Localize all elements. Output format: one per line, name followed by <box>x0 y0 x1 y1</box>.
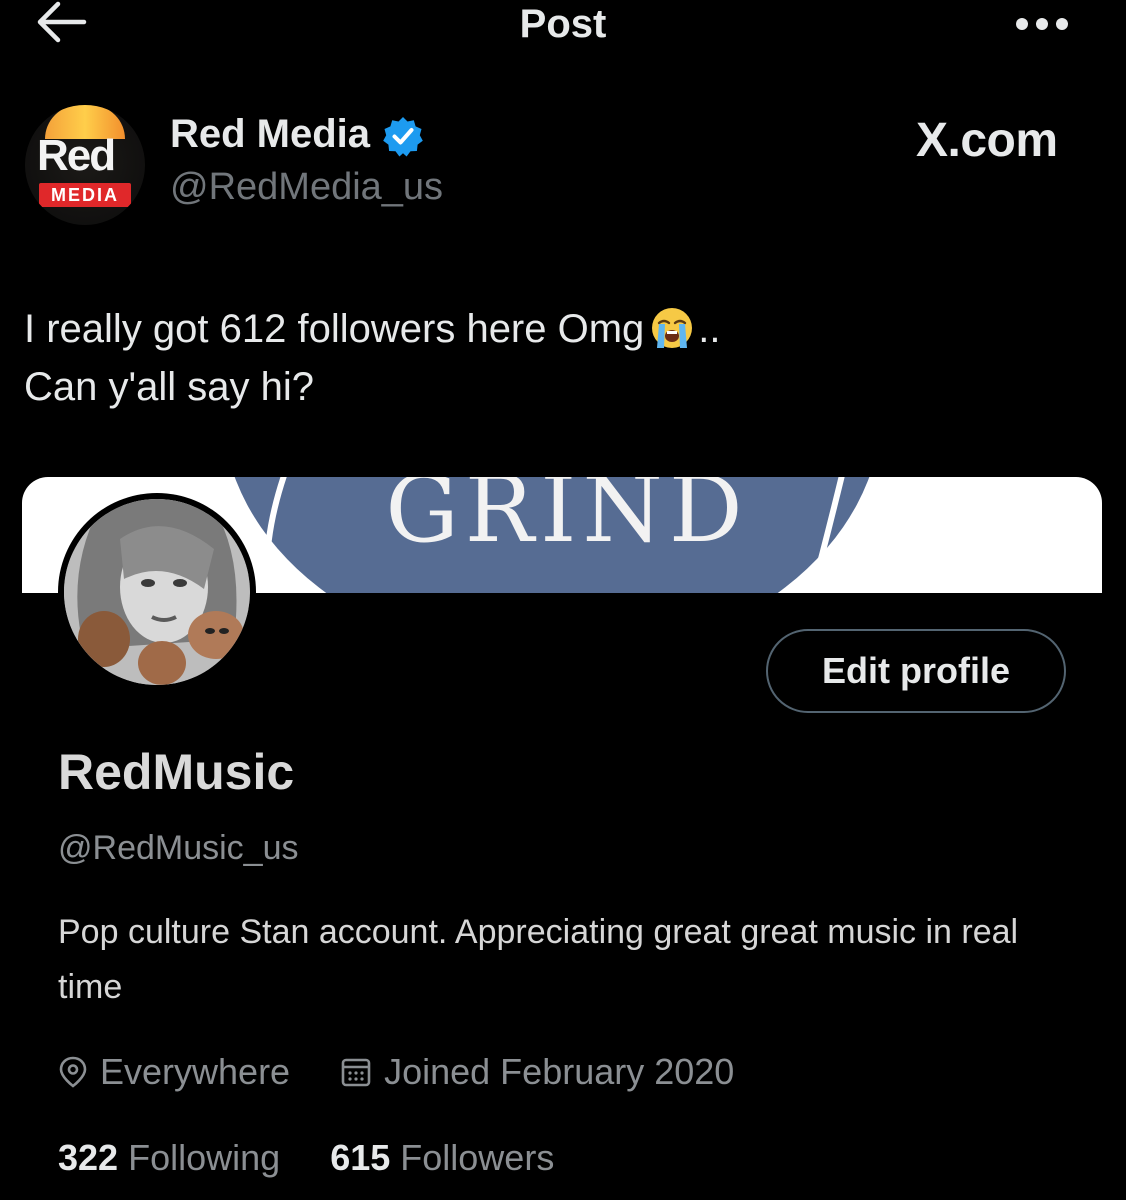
watermark: X.com <box>916 114 1058 167</box>
profile-meta: Everywhere Joined February 2020 <box>58 1051 774 1093</box>
location-text: Everywhere <box>100 1051 291 1092</box>
more-button[interactable] <box>1012 14 1072 34</box>
post-text-line2: Can y'all say hi? <box>24 365 314 409</box>
author-handle[interactable]: @RedMedia_us <box>170 166 443 209</box>
page-title: Post <box>519 2 607 46</box>
post-text: I really got 612 followers here Omg .. C… <box>24 300 721 416</box>
profile-bio: Pop culture Stan account. Appreciating g… <box>58 913 1019 1006</box>
profile-avatar[interactable] <box>58 493 256 691</box>
profile-name: RedMusic <box>58 744 295 800</box>
author-name[interactable]: Red Media <box>170 112 370 157</box>
logo-word: Red <box>37 131 116 180</box>
logo-tag: MEDIA <box>39 183 131 207</box>
profile-stats: 322 Following 615 Followers <box>58 1137 594 1179</box>
profile-joined: Joined February 2020 <box>340 1051 734 1093</box>
following-label: Following <box>128 1137 281 1178</box>
location-pin-icon <box>59 1056 87 1088</box>
more-horizontal-icon <box>1016 18 1068 30</box>
following-count: 322 <box>58 1137 119 1178</box>
calendar-icon <box>341 1058 371 1087</box>
followers-label: Followers <box>400 1137 555 1178</box>
banner-text: GRIND <box>385 477 748 563</box>
verified-badge-icon <box>382 115 424 157</box>
post-text-ellipsis: .. <box>698 307 721 351</box>
profile-handle: @RedMusic_us <box>58 829 299 867</box>
profile-location: Everywhere <box>58 1051 290 1093</box>
joined-text: Joined February 2020 <box>384 1051 735 1092</box>
post-text-line1: I really got 612 followers here Omg <box>24 307 645 351</box>
embedded-image[interactable]: GRIND Edit profile RedMusic @RedMusic_us… <box>22 477 1102 1200</box>
crying-face-emoji-icon <box>650 306 694 350</box>
author-avatar[interactable]: Red MEDIA <box>25 105 145 225</box>
following-stat[interactable]: 322 Following <box>58 1137 280 1179</box>
followers-count: 615 <box>330 1137 391 1178</box>
followers-stat[interactable]: 615 Followers <box>330 1137 554 1179</box>
edit-profile-button[interactable]: Edit profile <box>766 629 1066 713</box>
